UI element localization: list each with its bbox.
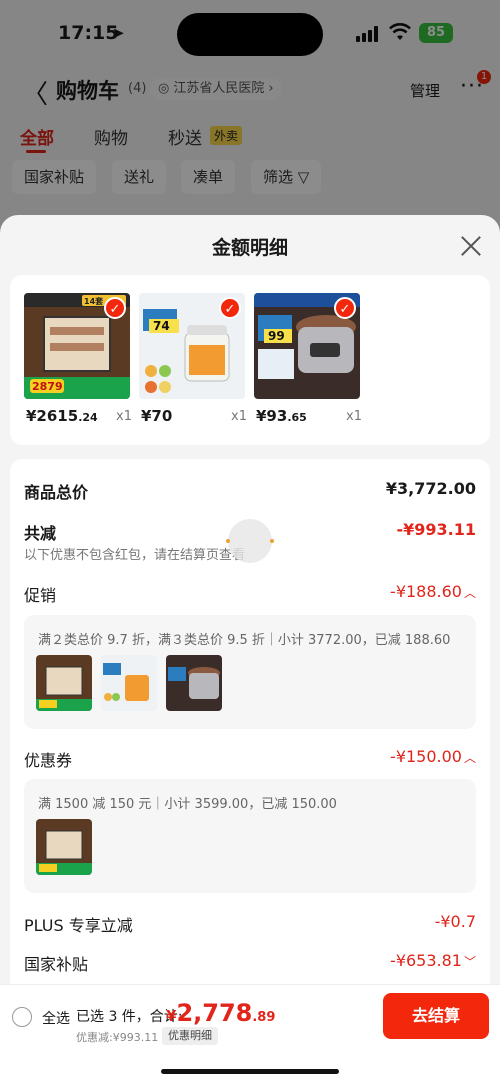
product-qty: x1 — [116, 409, 132, 424]
promo-detail: 满２类总价 9.7 折，满３类总价 9.5 折｜小计 3772.00，已减 18… — [38, 633, 451, 648]
sheet-title: 金额明细 — [211, 237, 288, 259]
coupon-toggle[interactable]: -¥150.00 ︿ — [390, 747, 476, 766]
product-qty: x1 — [346, 409, 362, 424]
checkout-bar: 全选 已选 3 件，合计: ¥2,778.89 优惠减:¥993.11 优惠明细… — [0, 984, 500, 1083]
reduce-label: 共减 — [24, 524, 57, 543]
plus-value: -¥0.7 — [434, 912, 476, 931]
thumb-dishwasher — [36, 819, 92, 875]
total-label: 商品总价 — [24, 483, 89, 502]
total-price: ¥2,778.89 — [166, 999, 276, 1027]
promo-toggle[interactable]: -¥188.60 ︿ — [390, 582, 476, 601]
thumb-food-processor — [101, 655, 157, 711]
subsidy-value: -¥653.81 — [390, 951, 462, 970]
loading-dot — [226, 539, 230, 543]
product-price: ¥93.65 — [256, 407, 307, 425]
product-image-price: 2879 — [32, 380, 63, 393]
loading-dot — [270, 539, 274, 543]
product-price: ¥2615.24 — [26, 407, 98, 425]
promo-detail-box: 满２类总价 9.7 折，满３类总价 9.5 折｜小计 3772.00，已减 18… — [24, 615, 476, 729]
subsidy-toggle[interactable]: -¥653.81 ﹀ — [390, 951, 476, 970]
reduce-note: 以下优惠不包含红包，请在结算页查看 — [24, 548, 246, 563]
checkout-button[interactable]: 去结算 — [383, 993, 489, 1039]
plus-label: PLUS 专享立减 — [24, 916, 133, 935]
close-icon[interactable] — [458, 233, 484, 259]
product-image-text: 99 — [268, 329, 285, 343]
promo-label: 促销 — [24, 586, 57, 605]
product-price: ¥70 — [141, 407, 173, 425]
loading-spinner — [228, 519, 272, 563]
subsidy-label: 国家补贴 — [24, 955, 89, 974]
chevron-down-icon: ﹀ — [463, 955, 476, 969]
coupon-label: 优惠券 — [24, 751, 73, 770]
product-image-text: 74 — [153, 319, 170, 333]
thumb-rice-cooker — [166, 655, 222, 711]
product-image-text: 14套 — [84, 296, 104, 306]
checkmark-icon: ✓ — [104, 297, 126, 319]
product-qty: x1 — [231, 409, 247, 424]
products-card: 14套 2879 ✓ ¥2615.24 x1 74 ✓ ¥70 x1 99 ✓ … — [10, 275, 490, 445]
amount-details-sheet: 金额明细 14套 2879 ✓ ¥2615.24 x1 74 ✓ ¥70 x1 … — [0, 215, 500, 1083]
checkmark-icon: ✓ — [334, 297, 356, 319]
discount-detail-button[interactable]: 优惠明细 — [162, 1027, 218, 1045]
total-value: ¥3,772.00 — [385, 479, 476, 498]
reduce-value: -¥993.11 — [396, 520, 476, 539]
discount-text: 优惠减:¥993.11 — [76, 1031, 159, 1044]
thumb-dishwasher — [36, 655, 92, 711]
select-all-label[interactable]: 全选 — [42, 1008, 70, 1028]
coupon-value: -¥150.00 — [390, 747, 462, 766]
coupon-detail: 满 1500 减 150 元｜小计 3599.00，已减 150.00 — [38, 797, 337, 812]
home-indicator — [161, 1069, 339, 1074]
select-all-radio[interactable] — [12, 1007, 32, 1027]
coupon-detail-box: 满 1500 减 150 元｜小计 3599.00，已减 150.00 — [24, 779, 476, 893]
chevron-up-icon: ︿ — [463, 751, 476, 765]
chevron-up-icon: ︿ — [463, 586, 476, 600]
promo-value: -¥188.60 — [390, 582, 462, 601]
checkmark-icon: ✓ — [219, 297, 241, 319]
